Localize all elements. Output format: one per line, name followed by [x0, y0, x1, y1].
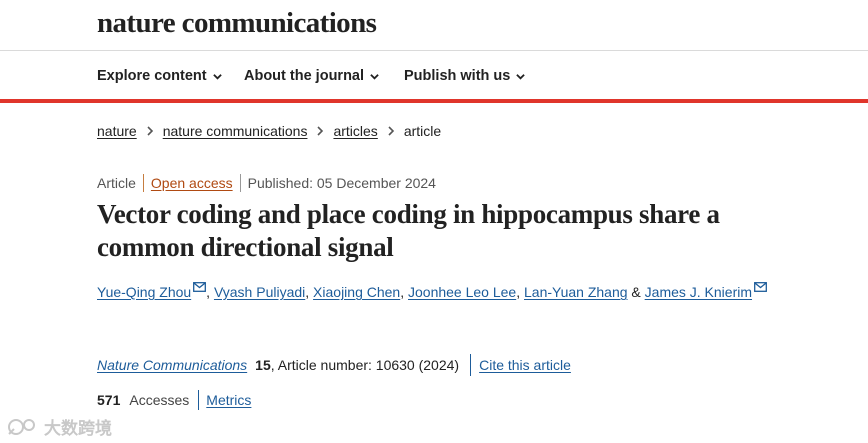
- published-date: Published: 05 December 2024: [247, 175, 436, 191]
- breadcrumb-current: article: [403, 123, 442, 139]
- email-icon[interactable]: [193, 282, 207, 292]
- chevron-right-icon: [147, 126, 153, 136]
- meta-divider: [239, 174, 241, 192]
- breadcrumb: nature nature communications articles ar…: [97, 123, 441, 139]
- nav-label: Explore content: [97, 68, 207, 84]
- author-separator: ,: [400, 284, 405, 300]
- article-type: Article: [97, 175, 136, 191]
- citation-line: Nature Communications 15 , Article numbe…: [97, 354, 571, 376]
- nav-publish-with-us[interactable]: Publish with us: [404, 68, 526, 84]
- author-link[interactable]: Yue-Qing Zhou: [97, 284, 191, 300]
- metrics-link[interactable]: Metrics: [206, 392, 251, 408]
- email-icon[interactable]: [754, 282, 767, 292]
- breadcrumb-nature[interactable]: nature: [97, 123, 137, 139]
- watermark-text: 大数跨境: [44, 419, 112, 438]
- author-separator: ,: [516, 284, 521, 300]
- cite-this-article-link[interactable]: Cite this article: [479, 357, 571, 373]
- watermark-logo-icon: [8, 418, 35, 435]
- accesses-count: 571: [97, 392, 121, 408]
- author-separator: &: [631, 284, 641, 300]
- author-link[interactable]: Joonhee Leo Lee: [408, 284, 516, 300]
- volume: 15: [255, 357, 271, 373]
- nav-label: About the journal: [244, 68, 365, 84]
- author-link[interactable]: Xiaojing Chen: [313, 284, 400, 300]
- header-accent-rule: [0, 99, 868, 103]
- journal-link[interactable]: Nature Communications: [97, 357, 247, 373]
- article-title: Vector coding and place coding in hippoc…: [97, 199, 720, 262]
- brand-bar: nature communications: [0, 0, 868, 51]
- author-link[interactable]: Vyash Puliyadi: [214, 284, 305, 300]
- nav-about-journal[interactable]: About the journal: [244, 68, 379, 84]
- accesses-label: Accesses: [129, 392, 190, 408]
- author-separator: ,: [206, 284, 211, 300]
- meta-divider: [142, 174, 144, 192]
- breadcrumb-articles[interactable]: articles: [333, 123, 377, 139]
- author-separator: ,: [305, 284, 310, 300]
- nav-label: Publish with us: [404, 68, 511, 84]
- citation-divider: [470, 354, 472, 376]
- journal-logo[interactable]: nature communications: [97, 7, 377, 40]
- open-access-link[interactable]: Open access: [151, 175, 233, 191]
- main-nav: Explore content About the journal Publis…: [0, 51, 868, 99]
- article-meta: Article Open access Published: 05 Decemb…: [97, 174, 436, 192]
- author-list: Yue-Qing Zhou , Vyash Puliyadi , Xiaojin…: [97, 282, 767, 300]
- author-link[interactable]: James J. Knierim: [645, 284, 752, 300]
- article-number: , Article number: 10630 (2024): [270, 357, 460, 373]
- breadcrumb-nature-communications[interactable]: nature communications: [163, 123, 308, 139]
- chevron-right-icon: [388, 126, 394, 136]
- nav-explore-content[interactable]: Explore content: [97, 68, 222, 84]
- chevron-right-icon: [317, 126, 324, 136]
- watermark: 大数跨境: [6, 414, 112, 439]
- chevron-down-icon: [212, 73, 222, 80]
- author-link[interactable]: Lan-Yuan Zhang: [524, 284, 628, 300]
- chevron-down-icon: [370, 73, 379, 80]
- stats-divider: [198, 390, 200, 410]
- article-stats: 571 Accesses Metrics: [97, 390, 251, 410]
- chevron-down-icon: [516, 73, 526, 80]
